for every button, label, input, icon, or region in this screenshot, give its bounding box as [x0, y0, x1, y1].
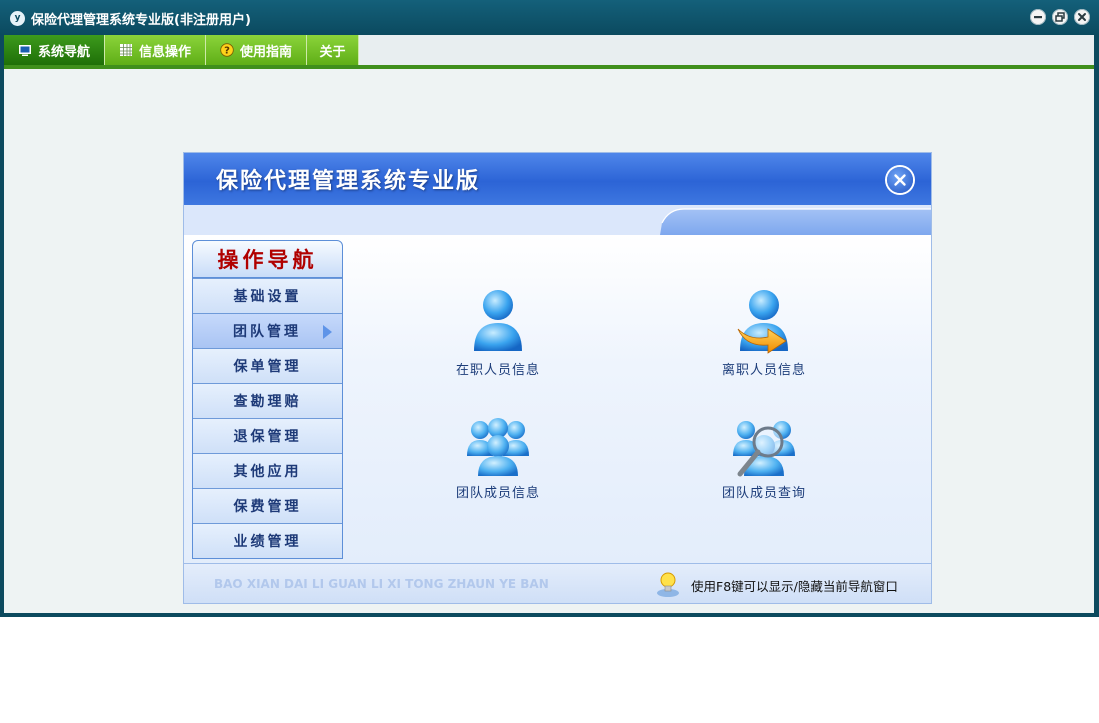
monitor-icon	[18, 45, 31, 56]
user-leave-icon	[737, 290, 788, 354]
menu-about[interactable]: 关于	[307, 35, 359, 65]
panel-band	[184, 205, 931, 235]
nav-item-label: 保单管理	[233, 359, 302, 375]
footer-tip: 使用F8键可以显示/隐藏当前导航窗口	[691, 579, 898, 594]
tile-label: 团队成员查询	[721, 486, 806, 501]
nav-item-label: 退保管理	[233, 429, 302, 445]
tile-label: 在职人员信息	[455, 363, 540, 378]
nav-list: 基础设置 团队管理 保单管理 查勘理赔 退保管理 其他应用 保费管理 业绩管理	[192, 278, 343, 559]
tile-label: 团队成员信息	[455, 486, 540, 501]
grid-icon	[119, 44, 132, 56]
panel-footer: BAO XIAN DAI LI GUAN LI XI TONG ZHAUN YE…	[184, 563, 931, 603]
tile-team-members[interactable]: 团队成员信息	[428, 416, 568, 526]
menu-label: 系统导航	[37, 44, 90, 60]
tile-active-staff[interactable]: 在职人员信息	[428, 285, 568, 395]
nav-title: 操作导航	[192, 240, 343, 278]
footer-pinyin: BAO XIAN DAI LI GUAN LI XI TONG ZHAUN YE…	[214, 577, 549, 591]
panel-title: 保险代理管理系统专业版	[216, 169, 481, 194]
lightbulb-icon	[657, 572, 679, 597]
close-icon[interactable]	[1074, 9, 1090, 25]
window-bottom-border	[0, 613, 1099, 617]
menu-label: 使用指南	[239, 44, 292, 60]
menu-info-ops[interactable]: 信息操作	[105, 35, 206, 65]
close-icon	[894, 174, 906, 186]
window-title: 保险代理管理系统专业版(非注册用户)	[31, 13, 251, 28]
nav-item-basic-settings[interactable]: 基础设置	[193, 278, 342, 313]
nav-item-team-management[interactable]: 团队管理	[193, 313, 342, 348]
nav-item-label: 团队管理	[233, 324, 301, 340]
nav-item-premium-management[interactable]: 保费管理	[193, 488, 342, 523]
menu-user-guide[interactable]: ? 使用指南	[206, 35, 307, 65]
nav-item-claims[interactable]: 查勘理赔	[193, 383, 342, 418]
nav-item-policy-management[interactable]: 保单管理	[193, 348, 342, 383]
menu-bar: 系统导航 信息操作 ? 使用指南 关于	[4, 35, 1094, 65]
nav-item-label: 业绩管理	[233, 534, 302, 550]
nav-item-label: 保费管理	[233, 499, 302, 515]
app-window: y 保险代理管理系统专业版(非注册用户) 系统导航 信息操作 ? 使用指南 关于…	[0, 0, 1099, 617]
tile-team-search[interactable]: 团队成员查询	[694, 416, 834, 526]
svg-text:?: ?	[224, 46, 230, 57]
app-logo-icon: y	[10, 11, 25, 26]
help-icon: ?	[220, 43, 234, 57]
user-icon	[474, 290, 522, 351]
menu-label: 关于	[319, 44, 346, 60]
restore-icon[interactable]	[1052, 9, 1068, 25]
nav-item-surrender-management[interactable]: 退保管理	[193, 418, 342, 453]
menu-label: 信息操作	[138, 44, 191, 60]
panel-close-button[interactable]	[887, 167, 913, 193]
panel-header: 保险代理管理系统专业版	[184, 153, 931, 205]
title-bar[interactable]: y 保险代理管理系统专业版(非注册用户)	[0, 0, 1099, 35]
tile-departed-staff[interactable]: 离职人员信息	[694, 285, 834, 395]
team-search-icon	[733, 421, 795, 477]
minimize-icon[interactable]	[1030, 9, 1046, 25]
nav-item-label: 查勘理赔	[233, 394, 302, 410]
arrow-right-icon	[323, 325, 332, 339]
menu-system-nav[interactable]: 系统导航	[4, 35, 105, 65]
nav-item-other-apps[interactable]: 其他应用	[193, 453, 342, 488]
nav-item-label: 其他应用	[233, 464, 302, 480]
navigation-panel: 保险代理管理系统专业版 操作导航 基础设置 团队管理 保单管理 查勘理赔 退保管…	[184, 153, 931, 603]
tile-label: 离职人员信息	[721, 363, 806, 378]
nav-item-label: 基础设置	[233, 289, 302, 305]
nav-item-performance-management[interactable]: 业绩管理	[193, 523, 342, 558]
team-icon	[467, 418, 529, 476]
